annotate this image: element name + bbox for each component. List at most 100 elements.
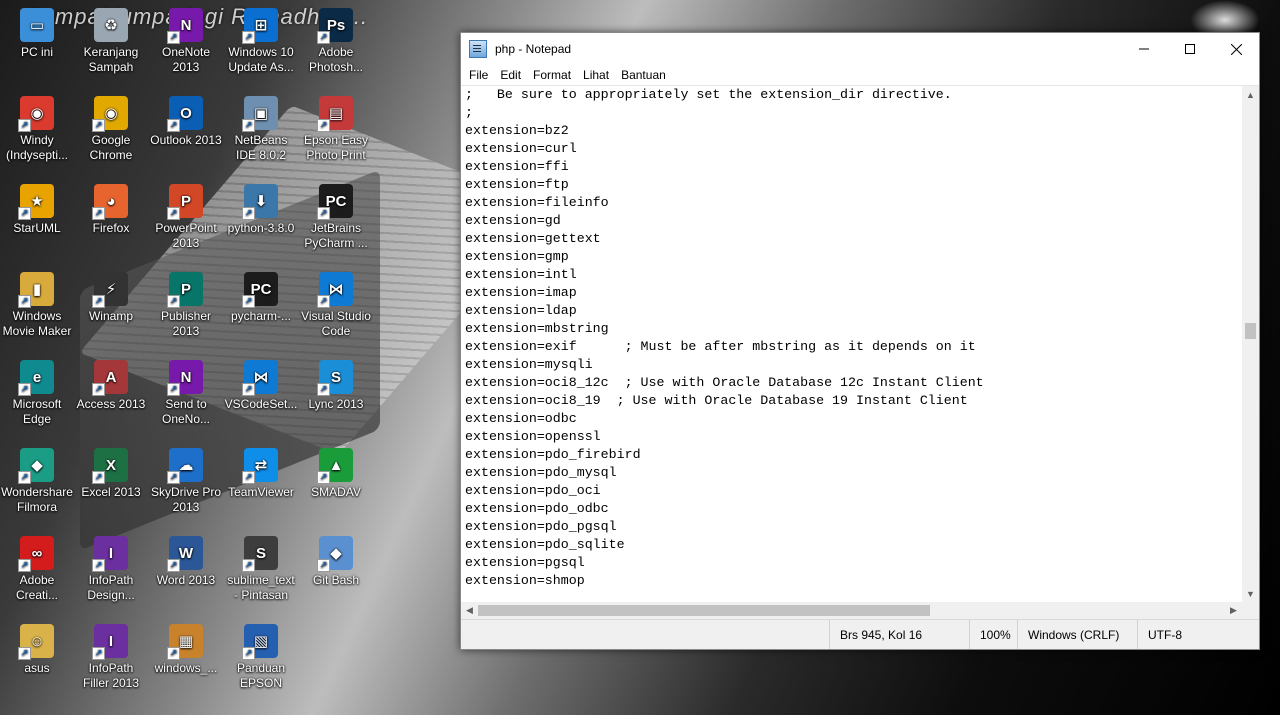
- desktop-icon-publisher[interactable]: P ↗ Publisher 2013: [149, 272, 223, 339]
- photoshop-icon: Ps ↗: [317, 8, 353, 44]
- desktop-icon-pycharm-installer[interactable]: PC ↗ pycharm-...: [224, 272, 298, 324]
- staruml-icon: ★ ↗: [18, 184, 54, 220]
- skydrive-icon: ☁ ↗: [167, 448, 203, 484]
- notepad-window[interactable]: php - Notepad File Edit Format Lihat Ban…: [460, 32, 1260, 650]
- shortcut-arrow-icon: ↗: [242, 383, 255, 396]
- text-line: extension=exif ; Must be after mbstring …: [465, 339, 976, 354]
- desktop-icon-label: PC ini: [20, 45, 53, 59]
- shortcut-arrow-icon: ↗: [167, 647, 180, 660]
- chrome-icon: ◉ ↗: [92, 96, 128, 132]
- maximize-button[interactable]: [1167, 33, 1213, 65]
- desktop-icon-label: JetBrains PyCharm ...: [304, 221, 368, 250]
- desktop-icon-photoshop[interactable]: Ps ↗ Adobe Photosh...: [299, 8, 373, 75]
- desktop-icon-smadav[interactable]: ▲ ↗ SMADAV: [299, 448, 373, 500]
- send-to-onenote-icon: N ↗: [167, 360, 203, 396]
- desktop-icon-vscode-setup[interactable]: ⋈ ↗ VSCodeSet...: [224, 360, 298, 412]
- desktop-icon-epson-manual[interactable]: ▧ ↗ Panduan EPSON: [224, 624, 298, 691]
- text-line: extension=fileinfo: [465, 195, 609, 210]
- desktop-icon-pc[interactable]: ▭ PC ini: [0, 8, 74, 60]
- shortcut-arrow-icon: ↗: [242, 647, 255, 660]
- desktop-icon-edge[interactable]: e ↗ Microsoft Edge: [0, 360, 74, 427]
- shortcut-arrow-icon: ↗: [92, 119, 105, 132]
- desktop-icon-epson-photo[interactable]: ▤ ↗ Epson Easy Photo Print: [299, 96, 373, 163]
- desktop-icon-chrome[interactable]: ◉ ↗ Google Chrome: [74, 96, 148, 163]
- desktop-icon-label: VSCodeSet...: [224, 397, 298, 411]
- horizontal-scrollbar[interactable]: ◀ ▶: [461, 602, 1242, 619]
- text-line: extension=openssl: [465, 429, 601, 444]
- horizontal-scroll-thumb[interactable]: [478, 605, 930, 616]
- text-line: extension=ftp: [465, 177, 569, 192]
- desktop-icon-onenote[interactable]: N ↗ OneNote 2013: [149, 8, 223, 75]
- desktop-icon-skydrive[interactable]: ☁ ↗ SkyDrive Pro 2013: [149, 448, 223, 515]
- shortcut-arrow-icon: ↗: [92, 383, 105, 396]
- desktop-icon-chrome-profile[interactable]: ◉ ↗ Windy (Indysepti...: [0, 96, 74, 163]
- desktop-icon-word[interactable]: W ↗ Word 2013: [149, 536, 223, 588]
- vertical-scroll-thumb[interactable]: [1245, 323, 1256, 339]
- desktop-icon-label: Panduan EPSON: [236, 661, 286, 690]
- desktop-icon-filmora[interactable]: ◆ ↗ Wondershare Filmora: [0, 448, 74, 515]
- desktop-icon-recycle-bin[interactable]: ♻ Keranjang Sampah: [74, 8, 148, 75]
- scroll-up-arrow-icon[interactable]: ▲: [1242, 86, 1259, 103]
- desktop-icon-label: windows_...: [154, 661, 218, 675]
- desktop-icon-excel[interactable]: X ↗ Excel 2013: [74, 448, 148, 500]
- outlook-icon: O ↗: [167, 96, 203, 132]
- text-line: extension=pdo_firebird: [465, 447, 641, 462]
- text-line: extension=oci8_19 ; Use with Oracle Data…: [465, 393, 968, 408]
- menu-view[interactable]: Lihat: [577, 68, 615, 82]
- desktop-icon-git-bash[interactable]: ◆ ↗ Git Bash: [299, 536, 373, 588]
- notepad-app-icon[interactable]: [469, 40, 487, 58]
- menu-file[interactable]: File: [463, 68, 494, 82]
- minimize-button[interactable]: [1121, 33, 1167, 65]
- desktop-icon-staruml[interactable]: ★ ↗ StarUML: [0, 184, 74, 236]
- desktop-icon-infopath-designer[interactable]: I ↗ InfoPath Design...: [74, 536, 148, 603]
- desktop-icon-python-installer[interactable]: ⬇ ↗ python-3.8.0: [224, 184, 298, 236]
- shortcut-arrow-icon: ↗: [317, 207, 330, 220]
- scroll-left-arrow-icon[interactable]: ◀: [461, 602, 478, 619]
- desktop-icon-powerpoint[interactable]: P ↗ PowerPoint 2013: [149, 184, 223, 251]
- desktop-icon-firefox[interactable]: ◕ ↗ Firefox: [74, 184, 148, 236]
- menu-format[interactable]: Format: [527, 68, 577, 82]
- desktop-icon-label: InfoPath Filler 2013: [82, 661, 140, 690]
- title-bar[interactable]: php - Notepad: [461, 33, 1259, 65]
- desktop-icon-windows-update[interactable]: ⊞ ↗ Windows 10 Update As...: [224, 8, 298, 75]
- close-button[interactable]: [1213, 33, 1259, 65]
- desktop-icon-send-to-onenote[interactable]: N ↗ Send to OneNo...: [149, 360, 223, 427]
- desktop-icon-lync[interactable]: S ↗ Lync 2013: [299, 360, 373, 412]
- desktop-icon-outlook[interactable]: O ↗ Outlook 2013: [149, 96, 223, 148]
- edge-icon: e ↗: [18, 360, 54, 396]
- text-editor[interactable]: ; Be sure to appropriately set the exten…: [461, 86, 1242, 602]
- scroll-down-arrow-icon[interactable]: ▼: [1242, 585, 1259, 602]
- scroll-right-arrow-icon[interactable]: ▶: [1225, 602, 1242, 619]
- winamp-icon: ⚡ ↗: [92, 272, 128, 308]
- shortcut-arrow-icon: ↗: [167, 31, 180, 44]
- status-zoom: 100%: [969, 620, 1020, 649]
- desktop-icon-movie-maker[interactable]: ▮ ↗ Windows Movie Maker: [0, 272, 74, 339]
- desktop-icon-teamviewer[interactable]: ⇄ ↗ TeamViewer: [224, 448, 298, 500]
- menu-edit[interactable]: Edit: [494, 68, 527, 82]
- desktop-icon-label: pycharm-...: [230, 309, 291, 323]
- shortcut-arrow-icon: ↗: [242, 559, 255, 572]
- desktop-icon-label: PowerPoint 2013: [155, 221, 217, 250]
- editor-area: ; Be sure to appropriately set the exten…: [461, 85, 1259, 619]
- desktop-icon-pycharm[interactable]: PC ↗ JetBrains PyCharm ...: [299, 184, 373, 251]
- shortcut-arrow-icon: ↗: [92, 471, 105, 484]
- desktop-icon-sublime[interactable]: S ↗ sublime_text - Pintasan: [224, 536, 298, 603]
- desktop-icon-adobe-cc[interactable]: ∞ ↗ Adobe Creati...: [0, 536, 74, 603]
- desktop-icon-vscode[interactable]: ⋈ ↗ Visual Studio Code: [299, 272, 373, 339]
- desktop-icon-label: SkyDrive Pro 2013: [150, 485, 221, 514]
- desktop-icon-label: Git Bash: [312, 573, 360, 587]
- desktop-icon-netbeans[interactable]: ▣ ↗ NetBeans IDE 8.0.2: [224, 96, 298, 163]
- menu-bar: File Edit Format Lihat Bantuan: [461, 65, 1259, 85]
- movie-maker-icon: ▮ ↗: [18, 272, 54, 308]
- vertical-scrollbar[interactable]: ▲ ▼: [1242, 86, 1259, 602]
- desktop-icon-user-folder[interactable]: ☺ ↗ asus: [0, 624, 74, 676]
- desktop-icon-label: Firefox: [92, 221, 130, 235]
- vscode-setup-icon: ⋈ ↗: [242, 360, 278, 396]
- menu-help[interactable]: Bantuan: [615, 68, 672, 82]
- shortcut-arrow-icon: ↗: [242, 119, 255, 132]
- desktop-icon-label: NetBeans IDE 8.0.2: [234, 133, 288, 162]
- desktop-icon-access[interactable]: A ↗ Access 2013: [74, 360, 148, 412]
- desktop-icon-windows-file[interactable]: ▦ ↗ windows_...: [149, 624, 223, 676]
- desktop-icon-infopath-filler[interactable]: I ↗ InfoPath Filler 2013: [74, 624, 148, 691]
- desktop-icon-winamp[interactable]: ⚡ ↗ Winamp: [74, 272, 148, 324]
